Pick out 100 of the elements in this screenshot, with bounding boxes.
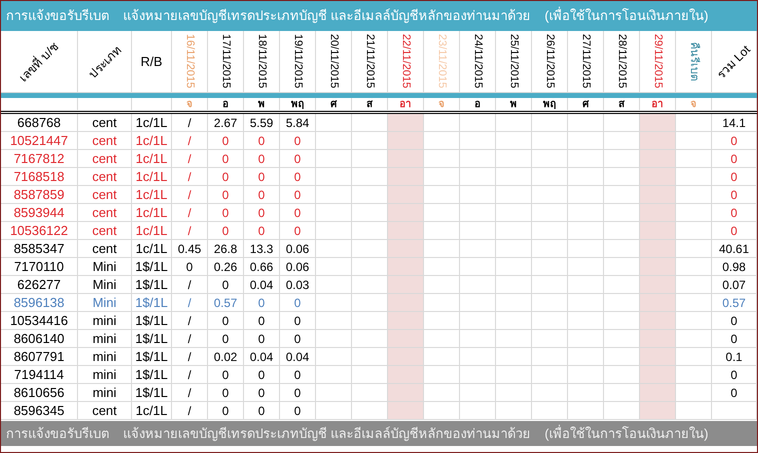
total-lot: 14.1 [712,114,757,132]
lot-value: 0 [208,384,244,402]
table-cell [676,276,712,294]
lot-value: / [172,384,208,402]
total-lot: 40.61 [712,240,757,258]
total-lot: 0 [712,384,757,402]
lot-value: 0 [208,276,244,294]
rebate-rate: 1c/1L [132,402,172,420]
rebate-rate: 1c/1L [132,150,172,168]
rebate-rate: 1c/1L [132,132,172,150]
lot-value: 0 [244,150,280,168]
lot-value: 0 [208,312,244,330]
title-text: แจ้งหมายเลขบัญชีเทรดประเภทบัญชี และอีเมลล์บัญชีหลักของท่านมาด้วย [123,7,531,26]
column-header: คืนรีเบต [688,42,699,81]
lot-value: 0 [280,312,316,330]
lot-value: 0.45 [172,240,208,258]
lot-value: 0.66 [244,258,280,276]
weekday-label: พฤ [532,98,568,111]
lot-value: / [172,330,208,348]
date-header: 24/11/2015 [472,34,483,89]
table-cell [676,150,712,168]
lot-value: 0 [208,186,244,204]
total-lot: 0 [712,150,757,168]
weekday-label: ศ [568,98,604,111]
account-type: cent [78,150,132,168]
date-header: 26/11/2015 [544,34,555,89]
lot-value: 0 [208,132,244,150]
lot-value: 0 [280,330,316,348]
date-header: 20/11/2015 [328,34,339,89]
table-cell [676,384,712,402]
table-cell [676,114,712,132]
lot-value: / [172,294,208,312]
account-number: 10534416 [1,312,78,330]
lot-value: 0 [208,222,244,240]
lot-value: 0 [280,384,316,402]
lot-value: 0.06 [280,240,316,258]
weekday-label: ส [352,98,388,111]
weekday-label: อา [388,98,424,111]
date-header: 18/11/2015 [256,34,267,89]
account-number: 7170110 [1,258,78,276]
total-lot: 0.07 [712,276,757,294]
lot-value: 2.67 [208,114,244,132]
account-type: mini [78,348,132,366]
account-number: 8596138 [1,294,78,312]
total-lot: 0.98 [712,258,757,276]
account-type: mini [78,330,132,348]
date-header: 22/11/2015 [400,34,411,89]
weekday-label: อ [460,98,496,111]
title-text: การแจ้งขอรับรีเบต [6,7,109,26]
table-cell [676,204,712,222]
account-number: 10521447 [1,132,78,150]
date-header: 21/11/2015 [364,34,375,89]
footer-text: การแจ้งขอรับรีเบต [6,424,109,443]
lot-value: / [172,222,208,240]
footer-text: (เพื่อใช้ในการโอนเงินภายใน) [544,424,708,443]
lot-value: 0 [244,330,280,348]
lot-value: 0.06 [280,258,316,276]
rebate-rate: 1c/1L [132,240,172,258]
lot-value: / [172,114,208,132]
lot-value: / [172,402,208,420]
date-header: 16/11/2015 [184,34,195,89]
account-number: 7167812 [1,150,78,168]
lot-value: / [172,276,208,294]
lot-value: 0.57 [208,294,244,312]
lot-value: 0 [280,186,316,204]
lot-value: / [172,348,208,366]
weekday-label: อา [640,98,676,111]
total-lot: 0 [712,312,757,330]
lot-value: 0 [208,168,244,186]
table-cell [676,348,712,366]
rebate-rate: 1$/1L [132,258,172,276]
total-lot: 0 [712,132,757,150]
lot-value: 0 [244,222,280,240]
table-cell [676,240,712,258]
table-cell [676,258,712,276]
lot-value: 0 [244,186,280,204]
account-type: Mini [78,276,132,294]
lot-value: 0 [280,168,316,186]
lot-value: 0 [280,294,316,312]
table-cell [78,98,132,111]
lot-value: 0 [244,204,280,222]
column-header: รวม Lot [714,41,754,82]
weekday-label: จ [676,98,712,111]
lot-value: 0 [244,402,280,420]
lot-value: / [172,366,208,384]
account-type: cent [78,168,132,186]
account-number: 8610656 [1,384,78,402]
account-type: cent [78,204,132,222]
date-header: 27/11/2015 [580,34,591,89]
lot-value: 0 [244,294,280,312]
lot-value: 5.59 [244,114,280,132]
table-cell [676,168,712,186]
lot-value: 0 [208,330,244,348]
lot-value: / [172,312,208,330]
total-lot: 0 [712,330,757,348]
rebate-rate: 1$/1L [132,330,172,348]
total-lot: 0 [712,204,757,222]
lot-value: 0.03 [280,276,316,294]
lot-value: / [172,186,208,204]
rebate-rate: 1$/1L [132,348,172,366]
